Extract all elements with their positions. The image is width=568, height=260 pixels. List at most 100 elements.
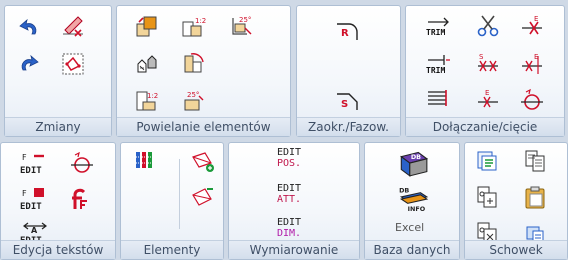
undo-button[interactable] xyxy=(15,14,43,42)
clipboard-copy-with-base-button[interactable] xyxy=(473,183,501,211)
edit-text-2: EDIT xyxy=(20,202,42,212)
chamfer-button[interactable]: S xyxy=(333,86,361,114)
circle-text-button[interactable] xyxy=(67,149,95,177)
info-text: INFO xyxy=(408,205,426,213)
edit-text: EDIT xyxy=(20,166,42,176)
group-dolaczanie: TRIM E TRIM S E E Dołączanie/cięcie xyxy=(405,5,565,137)
paste-clipboard-icon xyxy=(525,186,545,209)
break-s-letter: S xyxy=(479,53,484,61)
group-schowek-label: Schowek xyxy=(465,240,567,259)
group-powielanie-label: Powielanie elementów xyxy=(117,117,290,136)
delete-selection-button[interactable] xyxy=(59,50,87,78)
rotate-button[interactable]: 25° xyxy=(179,86,207,114)
radius-letter: R xyxy=(341,28,349,39)
group-edycja-label: Edycja tekstów xyxy=(1,240,115,259)
chamfer-letter: S xyxy=(341,99,348,110)
group-schowek: Schowek xyxy=(464,142,568,260)
divide-button[interactable]: E xyxy=(474,86,502,114)
rotate-copy-button[interactable]: 25° xyxy=(227,12,255,40)
break-end-icon: E xyxy=(522,15,542,35)
break-end-button[interactable]: E xyxy=(518,12,546,40)
elementy-separator xyxy=(179,159,180,229)
break-e-letter: E xyxy=(534,15,538,23)
excel-button[interactable]: Excel xyxy=(395,221,424,234)
array-copy-icon xyxy=(184,53,204,73)
undo-icon xyxy=(19,18,37,35)
copy-move-button[interactable] xyxy=(133,12,161,40)
database-info-icon: DB INFO xyxy=(399,187,429,213)
element-edit-button[interactable] xyxy=(189,183,217,211)
element-add-button[interactable] xyxy=(189,147,217,175)
edit-text-font-button[interactable]: F EDIT xyxy=(19,149,51,177)
element-layers-button[interactable] xyxy=(131,147,159,175)
redo-button[interactable] xyxy=(15,50,43,78)
copy-pages-icon xyxy=(525,150,545,172)
mirror-copy-button[interactable] xyxy=(133,50,161,78)
redo-icon xyxy=(21,54,39,71)
scale-copy-button[interactable]: 1:2 xyxy=(179,12,207,40)
break-e-letter-3: E xyxy=(485,89,489,97)
clipboard-copy-list-button[interactable] xyxy=(473,147,501,175)
ribbon: Zmiany 1:2 25° 1:2 25° Powielanie elemen… xyxy=(0,0,568,260)
scale-copy-icon: 1:2 xyxy=(182,17,206,37)
ribbon-row-bottom: F EDIT F EDIT A Edycja tekstów Elementy … xyxy=(0,137,568,260)
database-icon: DB xyxy=(400,151,429,177)
clipboard-list-icon xyxy=(477,151,497,171)
trim-button[interactable]: TRIM xyxy=(422,12,456,40)
break-point-button[interactable]: E xyxy=(518,50,546,78)
fillet-button[interactable]: R xyxy=(333,16,361,44)
trim-text-2: TRIM xyxy=(426,66,445,75)
erase-button[interactable] xyxy=(59,12,87,40)
chamfer-icon: S xyxy=(337,93,358,110)
fillet-icon: R xyxy=(337,23,358,40)
edit-att-line1: EDIT xyxy=(277,183,302,194)
rotate-copy-icon: 25° xyxy=(232,16,252,35)
group-edycja: F EDIT F EDIT A Edycja tekstów xyxy=(0,142,116,260)
scale-icon: 1:2 xyxy=(136,91,158,111)
database-button[interactable]: DB xyxy=(395,147,431,177)
group-baza: DB DB INFO Excel Baza danych xyxy=(364,142,460,260)
scale-ratio-text: 1:2 xyxy=(195,17,206,25)
group-zmiany-label: Zmiany xyxy=(5,117,111,136)
trim-multi-button[interactable] xyxy=(422,86,456,114)
edit-text-height-button[interactable]: F EDIT xyxy=(19,185,51,213)
scissors-icon xyxy=(477,15,499,37)
paste-button[interactable] xyxy=(521,183,549,211)
edit-dim-line2: DIM. xyxy=(277,228,302,239)
font-f-letter: F xyxy=(22,153,27,162)
group-zmiany: Zmiany xyxy=(4,5,112,137)
trim-extend-button[interactable]: TRIM xyxy=(422,50,456,78)
angle-text: 25° xyxy=(239,16,251,24)
font-button[interactable] xyxy=(67,185,95,213)
clipboard-copy-button[interactable] xyxy=(521,147,549,175)
rotate-icon: 25° xyxy=(184,91,204,111)
edit-text-font-icon: F EDIT xyxy=(20,153,44,176)
trim-icon: TRIM xyxy=(426,17,449,37)
edit-pos-button[interactable]: EDIT POS. xyxy=(277,147,301,169)
edit-text-height-icon: F EDIT xyxy=(20,188,44,212)
trim-extend-icon: TRIM xyxy=(426,55,450,75)
group-dolaczanie-label: Dołączanie/cięcie xyxy=(406,117,564,136)
array-copy-button[interactable] xyxy=(179,50,207,78)
delete-selection-icon xyxy=(62,53,84,75)
edit-dim-line1: EDIT xyxy=(277,217,302,228)
db-text-2: DB xyxy=(399,187,409,195)
database-info-button[interactable]: DB INFO xyxy=(395,183,431,213)
scale-button[interactable]: 1:2 xyxy=(133,86,161,114)
break-start-button[interactable]: S xyxy=(474,50,502,78)
font-f-letter-2: F xyxy=(22,189,27,198)
group-wymiarowanie-label: Wymiarowanie xyxy=(229,240,359,259)
circle-trim-button[interactable] xyxy=(518,86,546,114)
element-edit-icon xyxy=(192,188,213,206)
group-wymiarowanie: EDIT POS. EDIT ATT. EDIT DIM. Wymiarowan… xyxy=(228,142,360,260)
scale-ratio-text-2: 1:2 xyxy=(147,92,158,100)
group-zaokr-label: Zaokr./Fazow. xyxy=(297,117,400,136)
cut-button[interactable] xyxy=(474,12,502,40)
edit-att-button[interactable]: EDIT ATT. xyxy=(277,183,301,205)
ribbon-row-top: Zmiany 1:2 25° 1:2 25° Powielanie elemen… xyxy=(0,0,568,137)
edit-dim-button[interactable]: EDIT DIM. xyxy=(277,217,301,239)
circle-trim-icon xyxy=(521,88,543,110)
break-point-icon: E xyxy=(522,53,542,74)
group-powielanie: 1:2 25° 1:2 25° Powielanie elementów xyxy=(116,5,291,137)
edit-att-line2: ATT. xyxy=(277,194,302,205)
